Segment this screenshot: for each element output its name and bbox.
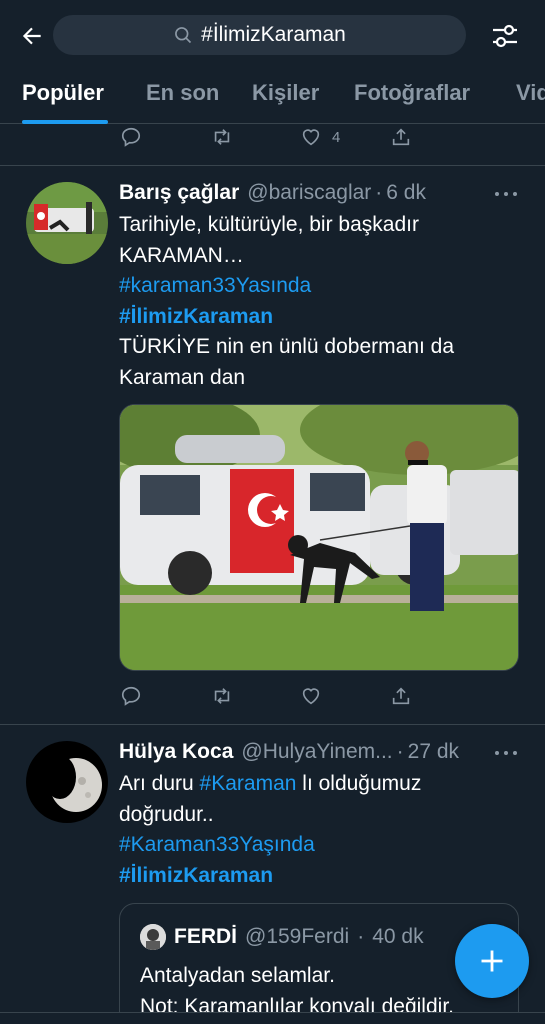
hashtag-link[interactable]: #İlimizKaraman <box>119 861 519 892</box>
tweet-text-part: lı olduğumuz <box>296 772 422 795</box>
prev-tweet-actions: 4 <box>120 122 450 152</box>
quoted-tweet-header: FERDİ @159Ferdi · 40 dk <box>140 924 424 950</box>
top-header: #İlimizKaraman Popüler En son Kişiler Fo… <box>0 0 545 124</box>
retweet-button[interactable] <box>210 685 270 707</box>
quoted-avatar <box>140 924 166 950</box>
like-button[interactable]: 4 <box>300 126 360 148</box>
moon-avatar-image <box>26 741 108 823</box>
like-count: 4 <box>332 128 341 146</box>
share-button[interactable] <box>390 685 450 707</box>
tweet-text-part: Arı duru <box>119 772 200 795</box>
hashtag-link[interactable]: #İlimizKaraman <box>119 302 519 333</box>
tweet-header: Hülya Koca @HulyaYinem... · 27 dk <box>119 740 519 764</box>
search-query: #İlimizKaraman <box>201 23 346 46</box>
tweet-actions <box>120 681 450 711</box>
doberman-photo <box>120 405 518 670</box>
tab-photos[interactable]: Fotoğraflar <box>354 80 470 106</box>
quoted-author-handle: @159Ferdi <box>245 925 350 948</box>
divider <box>0 165 545 166</box>
tweet-line: Arı duru #Karaman lı olduğumuz <box>119 769 519 800</box>
hashtag-link[interactable]: #Karaman <box>200 772 297 795</box>
compose-tweet-button[interactable] <box>455 924 529 998</box>
arrow-left-icon <box>22 27 41 45</box>
quoted-time: 40 dk <box>372 925 424 948</box>
quoted-avatar-image <box>140 924 166 950</box>
reply-icon <box>121 686 141 706</box>
separator-dot: · <box>396 740 404 763</box>
separator-dot: · <box>357 925 365 948</box>
tweet-header: Barış çağlar @bariscaglar · 6 dk <box>119 181 519 205</box>
tweet-author-name[interactable]: Barış çağlar <box>119 181 239 205</box>
reply-icon <box>121 127 141 147</box>
tab-latest[interactable]: En son <box>146 80 219 106</box>
tab-videos[interactable]: Vid <box>516 80 545 106</box>
search-input[interactable]: #İlimizKaraman <box>53 15 466 55</box>
heart-icon <box>302 688 320 705</box>
sliders-icon <box>493 24 517 48</box>
share-icon <box>392 687 410 705</box>
tweet-time[interactable]: 27 dk <box>408 740 459 764</box>
active-tab-indicator <box>22 120 108 124</box>
heart-icon <box>302 129 320 146</box>
divider <box>0 724 545 725</box>
more-options-button[interactable] <box>495 748 517 758</box>
hashtag-link[interactable]: #Karaman33Yaşında <box>119 830 519 861</box>
avatar[interactable] <box>26 741 108 823</box>
tweet-line: doğrudur.. <box>119 802 214 826</box>
tweet-time[interactable]: 6 dk <box>386 181 426 205</box>
more-options-button[interactable] <box>495 189 517 199</box>
retweet-icon <box>214 129 230 145</box>
search-filter-button[interactable] <box>487 18 523 54</box>
tweet-text: Arı duru #Karaman lı olduğumuz doğrudur.… <box>119 769 519 891</box>
hashtag-link[interactable]: #karaman33Yasında <box>119 271 519 302</box>
plus-icon <box>481 950 503 972</box>
tweet-line: Karaman dan <box>119 365 246 389</box>
share-icon <box>392 128 410 146</box>
retweet-icon <box>214 688 230 704</box>
reply-button[interactable] <box>120 126 180 148</box>
tweet-author-handle[interactable]: @bariscaglar <box>247 181 371 205</box>
reply-button[interactable] <box>120 685 180 707</box>
quoted-author-name: FERDİ <box>174 925 237 948</box>
separator-dot: · <box>375 181 383 204</box>
tab-people[interactable]: Kişiler <box>252 80 319 106</box>
tweet-author-name[interactable]: Hülya Koca <box>119 740 233 764</box>
tweet-line: Tarihiyle, kültürüyle, bir başkadır <box>119 213 419 236</box>
tab-popular[interactable]: Popüler <box>22 80 104 106</box>
avatar-image <box>26 182 108 264</box>
search-tabs: Popüler En son Kişiler Fotoğraflar Vid <box>0 66 545 124</box>
avatar[interactable] <box>26 182 108 264</box>
retweet-button[interactable] <box>210 126 270 148</box>
search-icon <box>175 27 192 44</box>
bottom-nav-bar <box>0 1012 545 1024</box>
tweet-photo[interactable] <box>119 404 519 671</box>
back-button[interactable] <box>14 18 50 54</box>
tweet-text: Tarihiyle, kültürüyle, bir başkadır KARA… <box>119 210 519 393</box>
like-button[interactable] <box>300 685 360 707</box>
tweet-line: KARAMAN… <box>119 243 244 267</box>
share-button[interactable] <box>390 126 450 148</box>
tweet-author-handle[interactable]: @HulyaYinem... <box>241 740 392 764</box>
tweet-line: TÜRKİYE nin en ünlü dobermanı da <box>119 335 455 358</box>
